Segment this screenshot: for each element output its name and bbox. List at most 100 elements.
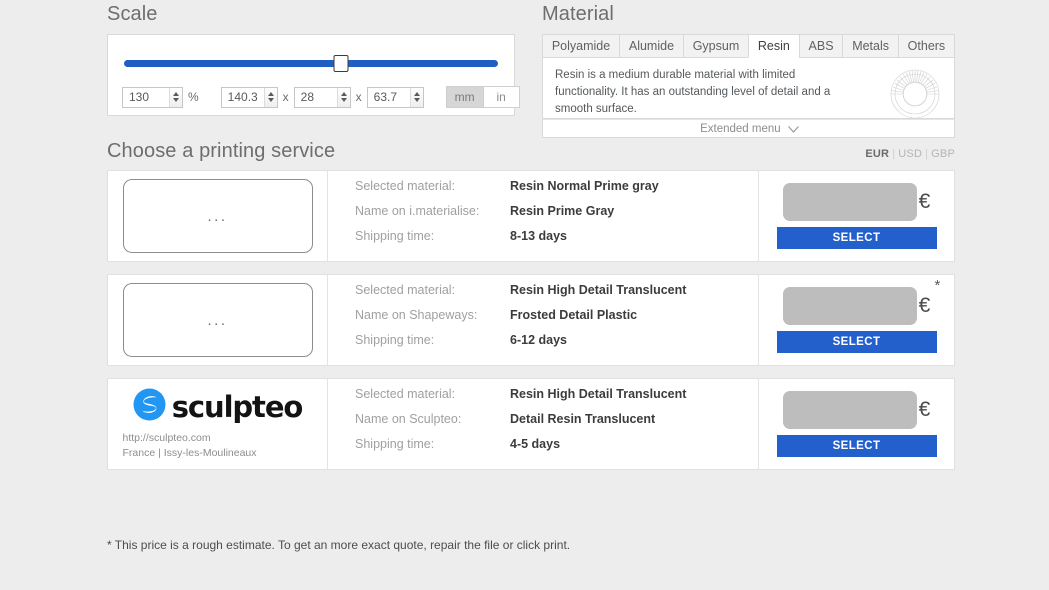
scale-percent-arrows[interactable] xyxy=(169,87,182,107)
service-detail-label: Selected material: xyxy=(355,178,456,193)
unit-option-mm[interactable]: mm xyxy=(446,87,483,107)
currency-separator: | xyxy=(925,148,929,160)
service-logo-column: sculpteo http://sculpteo.com France | Issy… xyxy=(108,378,328,470)
vendor-url[interactable]: http://sculpteo.com xyxy=(123,431,313,446)
service-logo-placeholder: ... xyxy=(122,283,313,357)
service-detail-label: Name on Shapeways: xyxy=(355,307,478,322)
service-detail-value: 8-13 days xyxy=(510,228,567,243)
extended-menu-toggle[interactable]: Extended menu xyxy=(542,119,955,138)
estimate-asterisk: * xyxy=(934,277,941,294)
service-details: Selected material: Resin High Detail Tran… xyxy=(328,387,758,462)
service-price-column: € * SELECT xyxy=(758,274,954,366)
service-detail-value: Detail Resin Translucent xyxy=(510,411,656,426)
arrow-down-icon[interactable] xyxy=(340,97,347,102)
select-service-button[interactable]: SELECT xyxy=(776,331,937,353)
material-tab-resin[interactable]: Resin xyxy=(748,34,799,58)
material-tab-abs[interactable]: ABS xyxy=(798,34,843,58)
dimension-z-arrows[interactable] xyxy=(409,87,423,107)
service-price-placeholder xyxy=(782,183,917,221)
arrow-up-icon[interactable] xyxy=(267,92,274,97)
currency-switcher: EUR | USD | GBP xyxy=(865,148,955,160)
chevron-down-icon xyxy=(787,121,799,133)
multiply-symbol: x xyxy=(355,90,362,104)
service-price-row: € xyxy=(782,391,931,429)
printing-service-card: sculpteo http://sculpteo.com France | Issy… xyxy=(107,378,955,470)
material-tab-others[interactable]: Others xyxy=(897,34,956,58)
extended-menu-label: Extended menu xyxy=(700,123,781,135)
service-detail-value: Resin High Detail Translucent xyxy=(510,282,687,297)
printing-service-header: Choose a printing service EUR | USD | GBP xyxy=(107,140,955,163)
service-detail-row: Shipping time: 6-12 days xyxy=(355,333,758,358)
service-details: Selected material: Resin Normal Prime gra… xyxy=(328,179,758,254)
arrow-up-icon[interactable] xyxy=(413,92,420,97)
dimension-z-stepper[interactable] xyxy=(366,86,424,108)
service-detail-value: Frosted Detail Plastic xyxy=(510,307,638,322)
material-sample-image xyxy=(884,60,946,118)
app-root: Scale % xyxy=(0,0,1049,590)
dimension-x-arrows[interactable] xyxy=(263,87,277,107)
scale-title: Scale xyxy=(107,3,158,25)
service-details: Selected material: Resin High Detail Tran… xyxy=(328,283,758,358)
service-detail-row: Shipping time: 8-13 days xyxy=(355,229,758,254)
service-detail-label: Selected material: xyxy=(355,386,456,401)
currency-symbol: € xyxy=(918,190,931,213)
currency-option-usd[interactable]: USD xyxy=(898,148,922,160)
service-price-placeholder xyxy=(782,287,917,325)
service-detail-value: Resin High Detail Translucent xyxy=(510,386,687,401)
service-logo-column: ... xyxy=(108,170,328,262)
dimension-y-stepper[interactable] xyxy=(293,86,351,108)
service-logo-column: ... xyxy=(108,274,328,366)
printing-service-list: ... Selected material: Resin Normal Prime … xyxy=(107,170,955,482)
service-price-placeholder xyxy=(782,391,917,429)
dimension-x-stepper[interactable] xyxy=(220,86,278,108)
service-detail-value: 6-12 days xyxy=(510,332,567,347)
printing-service-card: ... Selected material: Resin Normal Prime … xyxy=(107,170,955,262)
service-detail-label: Name on i.materialise: xyxy=(355,203,480,218)
service-detail-label: Shipping time: xyxy=(355,436,435,451)
scale-slider[interactable] xyxy=(124,55,498,72)
currency-symbol: € xyxy=(918,398,931,421)
scale-slider-thumb[interactable] xyxy=(333,55,349,72)
price-estimate-footnote: * This price is a rough estimate. To get… xyxy=(107,538,571,552)
arrow-down-icon[interactable] xyxy=(413,97,420,102)
dimension-y-arrows[interactable] xyxy=(336,87,350,107)
currency-separator: | xyxy=(892,148,896,160)
sculpteo-logo: sculpteo xyxy=(133,388,303,426)
material-tab-metals[interactable]: Metals xyxy=(842,34,898,58)
currency-option-eur[interactable]: EUR xyxy=(865,148,889,160)
scale-slider-track[interactable] xyxy=(124,60,498,67)
vendor-meta: http://sculpteo.com France | Issy-les-Mou… xyxy=(123,431,313,461)
material-tab-alumide[interactable]: Alumide xyxy=(619,34,683,58)
unit-toggle[interactable]: mm in xyxy=(445,86,520,108)
unit-option-in[interactable]: in xyxy=(482,87,519,107)
material-title: Material xyxy=(542,3,614,25)
dimension-y-input[interactable] xyxy=(294,87,337,107)
arrow-up-icon[interactable] xyxy=(173,92,179,97)
service-detail-value: Resin Normal Prime gray xyxy=(510,178,659,193)
service-price-row: € xyxy=(782,183,931,221)
dimension-x-input[interactable] xyxy=(221,87,264,107)
arrow-down-icon[interactable] xyxy=(173,97,179,102)
service-detail-row: Selected material: Resin High Detail Tran… xyxy=(355,283,758,308)
arrow-down-icon[interactable] xyxy=(267,97,274,102)
select-service-button[interactable]: SELECT xyxy=(776,227,937,249)
material-tab-gypsum[interactable]: Gypsum xyxy=(682,34,749,58)
currency-option-gbp[interactable]: GBP xyxy=(931,148,955,160)
service-price-column: € SELECT xyxy=(758,378,954,470)
arrow-up-icon[interactable] xyxy=(340,92,347,97)
scale-section: Scale % xyxy=(107,3,520,116)
vendor-location: France | Issy-les-Moulineaux xyxy=(122,446,257,459)
material-description: Resin is a medium durable material with … xyxy=(555,69,831,115)
scale-percent-stepper[interactable] xyxy=(122,86,183,108)
service-detail-row: Shipping time: 4-5 days xyxy=(355,437,758,462)
service-detail-row: Selected material: Resin Normal Prime gra… xyxy=(355,179,758,204)
service-price-column: € SELECT xyxy=(758,170,954,262)
material-section: Material Polyamide Alumide Gypsum Resin ABS M… xyxy=(542,3,956,138)
service-detail-label: Selected material: xyxy=(355,282,456,297)
service-logo-placeholder: ... xyxy=(122,179,313,253)
material-tab-polyamide[interactable]: Polyamide xyxy=(542,34,620,58)
dimension-z-input[interactable] xyxy=(367,87,410,107)
service-detail-row: Selected material: Resin High Detail Tran… xyxy=(355,387,758,412)
scale-percent-input[interactable] xyxy=(123,87,169,107)
select-service-button[interactable]: SELECT xyxy=(776,435,937,457)
